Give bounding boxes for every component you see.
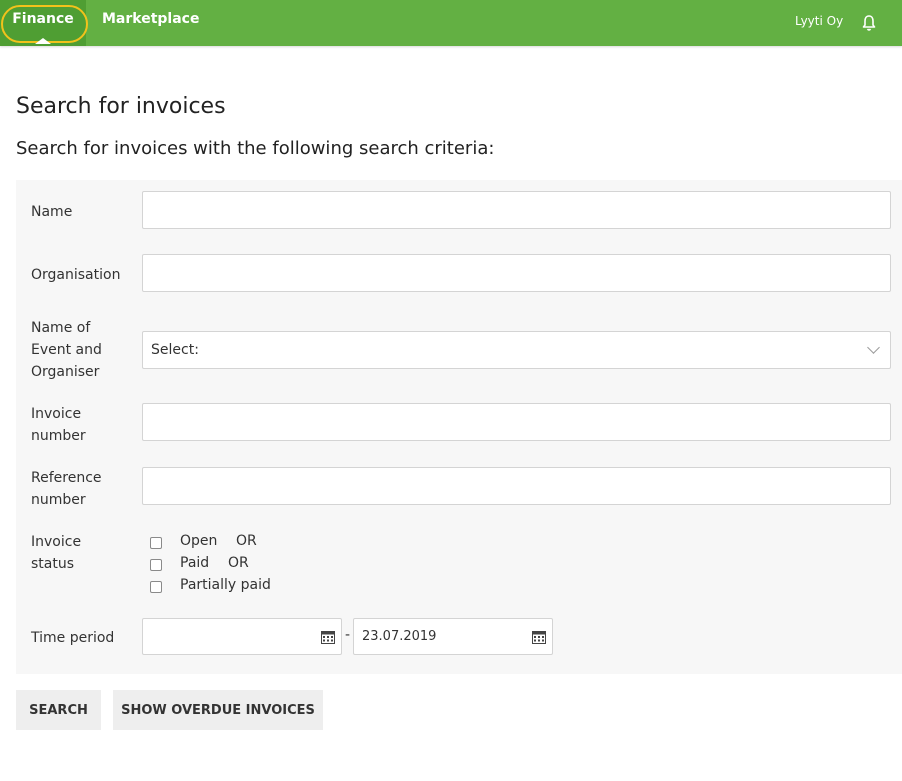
chevron-down-icon	[867, 341, 880, 354]
status-partially-paid-label: Partially paid	[180, 577, 271, 593]
invoice-number-label-line: number	[31, 428, 86, 444]
event-select-value: Select:	[151, 342, 199, 358]
tab-marketplace[interactable]: Marketplace	[102, 11, 199, 27]
name-input[interactable]	[142, 191, 891, 229]
active-tab-caret-icon	[35, 38, 51, 44]
page-subtitle: Search for invoices with the following s…	[16, 138, 495, 159]
event-label-line: Event and	[31, 342, 102, 358]
event-organiser-label: Name of Event and Organiser	[31, 317, 102, 383]
tab-finance[interactable]: Finance	[0, 0, 88, 46]
page-title: Search for invoices	[16, 94, 226, 119]
status-open-checkbox[interactable]	[150, 537, 162, 549]
invoice-status-label: Invoice status	[31, 531, 81, 575]
reference-number-label-line: Reference	[31, 470, 102, 486]
show-overdue-invoices-button[interactable]: SHOW OVERDUE INVOICES	[113, 690, 323, 730]
reference-number-label: Reference number	[31, 467, 102, 511]
status-open-label: Open	[180, 533, 218, 549]
organisation-input[interactable]	[142, 254, 891, 292]
status-paid-checkbox[interactable]	[150, 559, 162, 571]
organisation-label: Organisation	[31, 267, 121, 283]
status-paid-or: OR	[228, 555, 249, 571]
calendar-icon[interactable]	[321, 630, 335, 644]
invoice-number-input[interactable]	[142, 403, 891, 441]
invoice-number-label: Invoice number	[31, 403, 86, 447]
date-from-input[interactable]	[142, 618, 342, 655]
reference-number-input[interactable]	[142, 467, 891, 505]
event-organiser-select[interactable]: Select:	[142, 331, 891, 369]
name-label: Name	[31, 204, 73, 220]
time-period-label: Time period	[31, 630, 115, 646]
invoice-status-label-line: status	[31, 556, 75, 572]
invoice-status-label-line: Invoice	[31, 534, 82, 550]
status-paid-label: Paid	[180, 555, 210, 571]
date-to-input[interactable]: 23.07.2019	[353, 618, 553, 655]
status-partially-paid-checkbox[interactable]	[150, 581, 162, 593]
status-open-or: OR	[236, 533, 257, 549]
tab-finance-label: Finance	[12, 11, 74, 27]
invoice-number-label-line: Invoice	[31, 406, 82, 422]
calendar-icon[interactable]	[532, 630, 546, 644]
date-to-value: 23.07.2019	[362, 629, 437, 644]
search-button[interactable]: SEARCH	[16, 690, 101, 730]
event-label-line: Organiser	[31, 364, 100, 380]
bell-icon[interactable]	[862, 14, 876, 32]
user-menu[interactable]: Lyyti Oy	[795, 14, 843, 28]
date-separator: -	[345, 627, 351, 643]
event-label-line: Name of	[31, 320, 91, 336]
reference-number-label-line: number	[31, 492, 86, 508]
top-navigation-bar: Finance Marketplace Lyyti Oy	[0, 0, 902, 46]
